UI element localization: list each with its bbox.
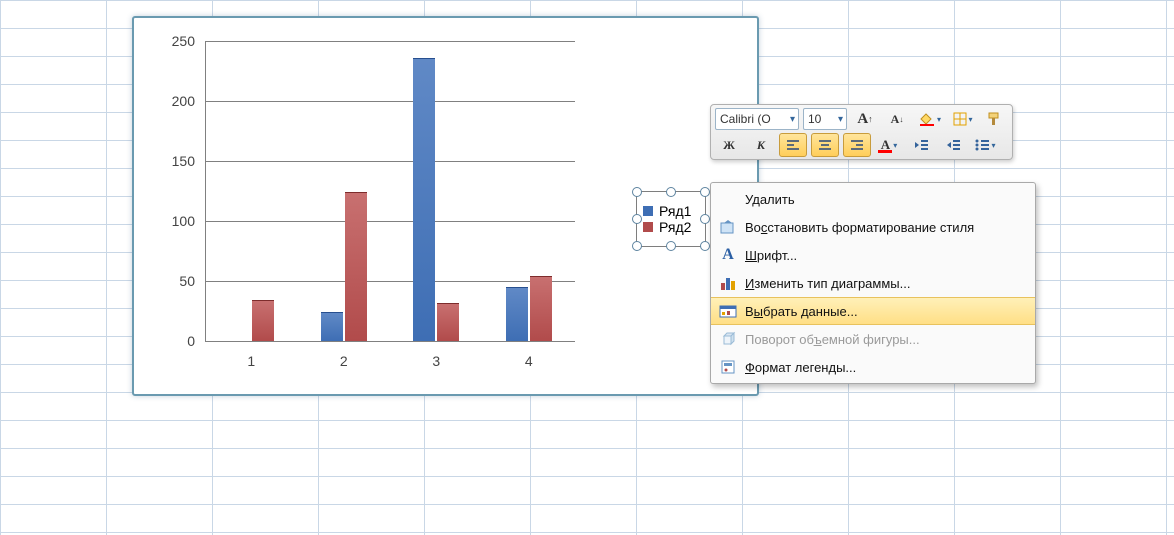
- legend-handle[interactable]: [666, 241, 676, 251]
- context-menu-item-charttype[interactable]: Изменить тип диаграммы...: [711, 269, 1035, 297]
- context-menu-label: Изменить тип диаграммы...: [745, 276, 1027, 291]
- dec-indent-icon: [913, 138, 929, 152]
- chart-plot-area: 0501001502002501234: [205, 41, 575, 341]
- shrink-font-button[interactable]: A↓: [883, 107, 911, 131]
- bold-icon: Ж: [723, 138, 735, 153]
- legend-entry-series1[interactable]: Ряд1: [643, 203, 699, 219]
- cube3d-icon: [711, 325, 745, 353]
- context-menu-label: Шрифт...: [745, 248, 1027, 263]
- y-tick-label: 100: [155, 213, 195, 229]
- legend-handle[interactable]: [632, 241, 642, 251]
- context-menu-item-fmt_legend[interactable]: Формат легенды...: [711, 353, 1035, 381]
- context-menu-label: Поворот объемной фигуры...: [745, 332, 1027, 347]
- legend-swatch-red: [643, 222, 653, 232]
- chart-plot-frame: 0501001502002501234 Ряд1 Ряд2: [144, 30, 747, 382]
- font-size-selector[interactable]: 10: [803, 108, 847, 130]
- align-left-button[interactable]: [779, 133, 807, 157]
- bullets-icon: [974, 138, 990, 152]
- legend-swatch-blue: [643, 206, 653, 216]
- inc-indent-icon: [945, 138, 961, 152]
- font-name-selector[interactable]: Calibri (О: [715, 108, 799, 130]
- bold-button[interactable]: Ж: [715, 133, 743, 157]
- chart-bar-Ряд2-2[interactable]: [345, 192, 367, 341]
- chartbars-icon: [711, 269, 745, 297]
- context-menu-item-rotate3d: Поворот объемной фигуры...: [711, 325, 1035, 353]
- props-icon: [711, 353, 745, 381]
- chart-handle-top[interactable]: ····: [434, 11, 457, 23]
- legend-handle[interactable]: [700, 214, 710, 224]
- y-tick-label: 200: [155, 93, 195, 109]
- brush-icon: [986, 111, 1002, 127]
- align-left-icon: [785, 138, 801, 152]
- grow-font-button[interactable]: A↑: [851, 107, 879, 131]
- chart-gridline: [205, 281, 575, 282]
- legend-handle[interactable]: [700, 187, 710, 197]
- context-menu-label: Восстановить форматирование стиля: [745, 220, 1027, 235]
- context-menu-item-font[interactable]: AШрифт...: [711, 241, 1035, 269]
- bullets-button[interactable]: ▾: [971, 133, 999, 157]
- chart-handle-bottom[interactable]: ····: [434, 389, 457, 401]
- blank-icon: [711, 185, 745, 213]
- chart-gridline: [205, 161, 575, 162]
- mini-format-toolbar[interactable]: Calibri (О 10 A↑ A↓ ▾ ▾: [710, 104, 1013, 160]
- legend-label: Ряд2: [659, 219, 691, 235]
- italic-icon: К: [757, 138, 765, 153]
- fill-color-button[interactable]: ▾: [915, 107, 944, 131]
- legend-handle[interactable]: [666, 187, 676, 197]
- font-name-value: Calibri (О: [720, 112, 771, 126]
- chart-bar-Ряд1-4[interactable]: [506, 287, 528, 341]
- legend-entry-series2[interactable]: Ряд2: [643, 219, 699, 235]
- x-category-label: 2: [299, 353, 389, 369]
- y-tick-label: 250: [155, 33, 195, 49]
- y-tick-label: 50: [155, 273, 195, 289]
- context-menu-label: Удалить: [745, 192, 1027, 207]
- chart-gridline: [205, 101, 575, 102]
- border-button[interactable]: ▾: [948, 107, 976, 131]
- italic-button[interactable]: К: [747, 133, 775, 157]
- legend-handle[interactable]: [632, 214, 642, 224]
- align-center-button[interactable]: [811, 133, 839, 157]
- x-category-label: 4: [484, 353, 574, 369]
- legend-label: Ряд1: [659, 203, 691, 219]
- chart-bar-Ряд2-3[interactable]: [437, 303, 459, 341]
- x-category-label: 3: [391, 353, 481, 369]
- border-icon: [952, 111, 968, 127]
- font-size-value: 10: [808, 112, 821, 126]
- align-right-icon: [849, 138, 865, 152]
- chart-bar-Ряд2-4[interactable]: [530, 276, 552, 341]
- decrease-indent-button[interactable]: [907, 133, 935, 157]
- chart-bar-Ряд1-3[interactable]: [413, 58, 435, 341]
- context-menu-item-reset[interactable]: Восстановить форматирование стиля: [711, 213, 1035, 241]
- context-menu-label: Формат легенды...: [745, 360, 1027, 375]
- font-A-icon: A: [711, 241, 745, 269]
- context-menu-item-delete[interactable]: Удалить: [711, 185, 1035, 213]
- font-color-button[interactable]: A ▾: [875, 133, 903, 157]
- chart-gridline: [205, 41, 575, 42]
- selectdata-icon: [711, 298, 745, 324]
- increase-indent-button[interactable]: [939, 133, 967, 157]
- legend-handle[interactable]: [632, 187, 642, 197]
- chart-gridline: [205, 341, 575, 342]
- context-menu-label: Выбрать данные...: [745, 304, 1027, 319]
- y-axis: [205, 41, 206, 341]
- embedded-chart[interactable]: ···· ···· 0501001502002501234 Ряд1 Ряд2: [132, 16, 759, 396]
- bucket-icon: [918, 111, 936, 127]
- chart-bar-Ряд2-1[interactable]: [252, 300, 274, 341]
- reset-icon: [711, 213, 745, 241]
- chart-legend[interactable]: Ряд1 Ряд2: [636, 191, 706, 247]
- align-right-button[interactable]: [843, 133, 871, 157]
- grow-font-icon: A: [857, 111, 868, 128]
- shrink-font-icon: A: [891, 112, 900, 127]
- context-menu-item-selectdata[interactable]: Выбрать данные...: [711, 297, 1035, 325]
- chart-gridline: [205, 221, 575, 222]
- format-painter-button[interactable]: [980, 107, 1008, 131]
- legend-handle[interactable]: [700, 241, 710, 251]
- chart-bar-Ряд1-2[interactable]: [321, 312, 343, 341]
- align-center-icon: [817, 138, 833, 152]
- y-tick-label: 150: [155, 153, 195, 169]
- legend-context-menu[interactable]: Удалить Восстановить форматирование стиля…: [710, 182, 1036, 384]
- y-tick-label: 0: [155, 333, 195, 349]
- x-category-label: 1: [206, 353, 296, 369]
